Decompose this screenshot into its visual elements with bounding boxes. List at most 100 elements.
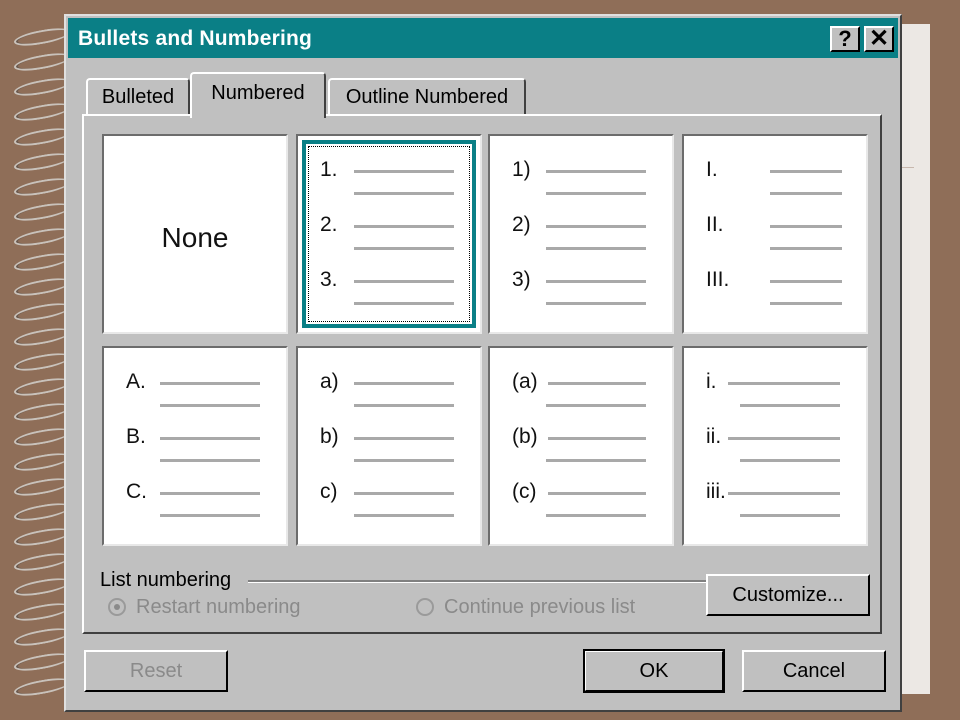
preview-line (546, 404, 646, 407)
preview-line (770, 192, 842, 195)
number-label: 1. (320, 158, 338, 181)
preview-line (546, 302, 646, 305)
preview-line (354, 514, 454, 517)
style-decimal-paren[interactable]: 1) 2) 3) (488, 134, 674, 334)
style-decimal-period[interactable]: 1. 2. 3. (296, 134, 482, 334)
tab-label: Numbered (211, 82, 305, 104)
number-label: C. (126, 480, 147, 503)
spiral-coil (14, 100, 70, 124)
preview-line (354, 192, 454, 195)
tab-numbered[interactable]: Numbered (190, 72, 326, 118)
spiral-coil (14, 75, 70, 99)
preview-line (546, 247, 646, 250)
style-lower-roman[interactable]: i. ii. iii. (682, 346, 868, 546)
number-label: i. (706, 370, 717, 393)
preview-line (354, 437, 454, 440)
spiral-coil (14, 425, 70, 449)
number-label: 3. (320, 268, 338, 291)
restart-numbering-radio[interactable] (108, 598, 126, 616)
preview-line (548, 437, 646, 440)
spiral-coil (14, 275, 70, 299)
preview-line (546, 192, 646, 195)
cancel-button[interactable]: Cancel (742, 650, 886, 692)
style-lower-alpha-parens[interactable]: (a) (b) (c) (488, 346, 674, 546)
tab-label: Bulleted (101, 86, 175, 108)
spiral-coil (14, 150, 70, 174)
preview-line (354, 382, 454, 385)
spiral-coil (14, 375, 70, 399)
preview-line (546, 225, 646, 228)
ok-button[interactable]: OK (583, 649, 725, 693)
help-button[interactable]: ? (830, 26, 860, 52)
close-button[interactable]: ✕ (864, 26, 894, 52)
number-label: b) (320, 425, 339, 448)
number-label: (a) (512, 370, 538, 393)
style-upper-alpha[interactable]: A. B. C. (102, 346, 288, 546)
spiral-coil (14, 350, 70, 374)
spiral-coil (14, 525, 70, 549)
preview-line (546, 459, 646, 462)
spiral-coil (14, 300, 70, 324)
spiral-coil (14, 325, 70, 349)
number-label: c) (320, 480, 338, 503)
preview-line (728, 382, 840, 385)
preview-line (160, 492, 260, 495)
preview-line (770, 280, 842, 283)
preview-line (546, 514, 646, 517)
none-label: None (161, 222, 229, 253)
number-label: I. (706, 158, 718, 181)
title-bar: Bullets and Numbering ? ✕ (68, 18, 898, 58)
number-label: 1) (512, 158, 531, 181)
spiral-coil (14, 175, 70, 199)
tab-outline-numbered[interactable]: Outline Numbered (328, 78, 526, 116)
preview-line (354, 459, 454, 462)
preview-line (548, 382, 646, 385)
reset-button[interactable]: Reset (84, 650, 228, 692)
tab-bulleted[interactable]: Bulleted (86, 78, 190, 116)
preview-line (740, 404, 840, 407)
spiral-coil (14, 600, 70, 624)
spiral-coil (14, 550, 70, 574)
number-label: 3) (512, 268, 531, 291)
preview-line (770, 225, 842, 228)
number-label: 2. (320, 213, 338, 236)
number-label: III. (706, 268, 730, 291)
preview-line (354, 492, 454, 495)
preview-line (546, 170, 646, 173)
continue-list-label: Continue previous list (444, 596, 636, 618)
number-label: iii. (706, 480, 726, 503)
style-lower-alpha-paren[interactable]: a) b) c) (296, 346, 482, 546)
preview-line (770, 302, 842, 305)
page-rule (900, 167, 914, 168)
number-label: (c) (512, 480, 537, 503)
style-upper-roman[interactable]: I. II. III. (682, 134, 868, 334)
spiral-coil (14, 25, 70, 49)
list-numbering-label: List numbering (100, 569, 232, 591)
number-label: B. (126, 425, 146, 448)
spiral-coil (14, 125, 70, 149)
restart-numbering-label: Restart numbering (136, 596, 301, 618)
spiral-coil (14, 50, 70, 74)
spiral-coil (14, 200, 70, 224)
dialog-title: Bullets and Numbering (78, 27, 313, 50)
preview-line (160, 514, 260, 517)
preview-line (160, 437, 260, 440)
preview-line (770, 170, 842, 173)
preview-line (354, 170, 454, 173)
tab-label: Outline Numbered (345, 86, 509, 108)
spiral-coil (14, 650, 70, 674)
preview-line (770, 247, 842, 250)
preview-line (354, 280, 454, 283)
number-label: (b) (512, 425, 538, 448)
preview-line (728, 437, 840, 440)
preview-line (160, 382, 260, 385)
preview-line (160, 459, 260, 462)
preview-line (160, 404, 260, 407)
style-none[interactable]: None (102, 134, 288, 334)
preview-line (548, 492, 646, 495)
customize-button[interactable]: Customize... (706, 574, 870, 616)
continue-list-radio[interactable] (416, 598, 434, 616)
spiral-coil (14, 450, 70, 474)
spiral-coil (14, 250, 70, 274)
radio-dot (114, 604, 120, 610)
